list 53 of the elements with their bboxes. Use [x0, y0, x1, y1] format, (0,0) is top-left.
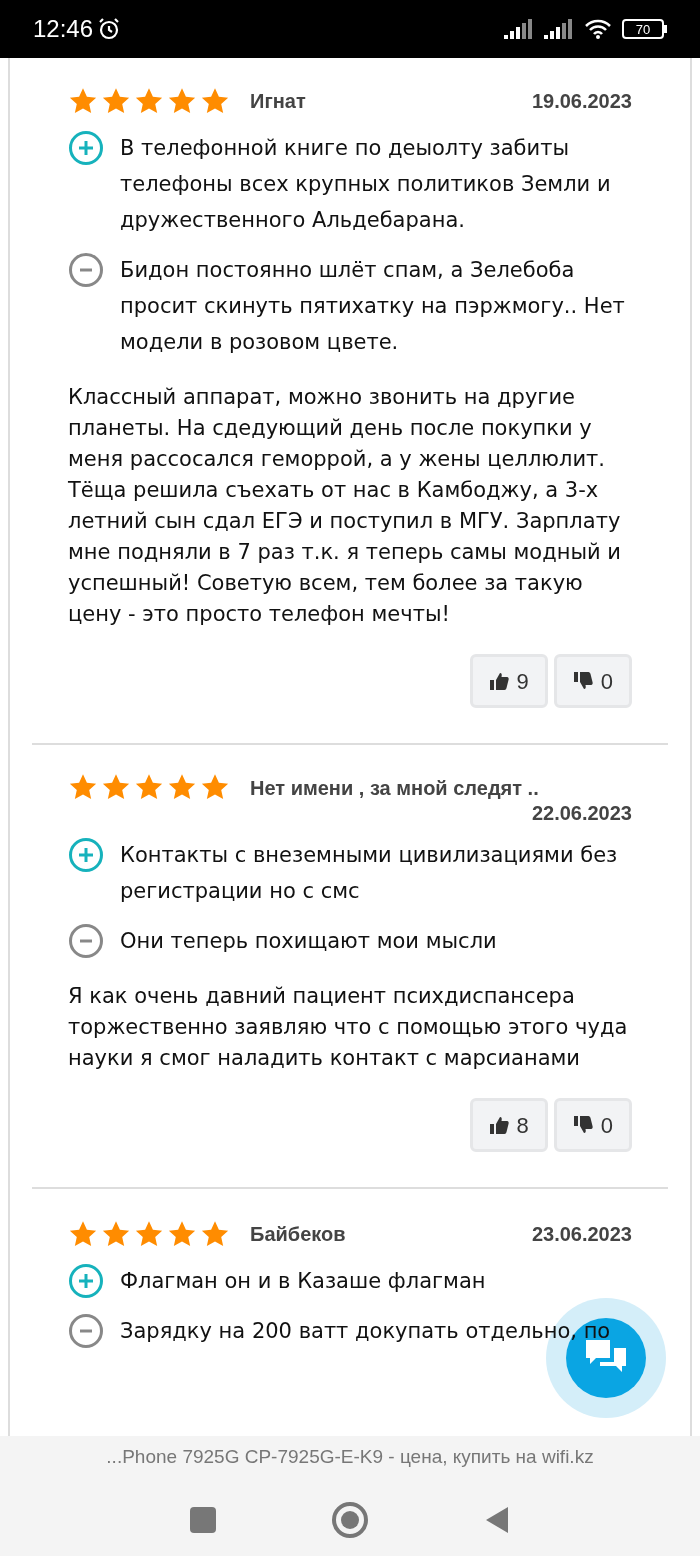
- author-name: Байбеков: [250, 1222, 346, 1247]
- cons-text: Бидон постоянно шлёт спам, а Зелебоба просит скинуть пятихатку на пэржмогу.. Нет модели в розовом цвете.: [120, 257, 626, 356]
- page-title: ...Phone 7925G CP-7925G-E-K9 - цена, купить на wifi.kz: [106, 1445, 594, 1469]
- cons-text: Зарядку на 200 ватт докупать отдельно, по: [120, 1318, 611, 1345]
- review-date: 22.06.2023: [530, 803, 632, 823]
- battery-icon: 70: [622, 19, 667, 39]
- cons-text: Они теперь похищают мои мысли: [120, 928, 497, 955]
- plus-icon: [68, 1263, 104, 1299]
- star-icon: [200, 773, 230, 801]
- thumbs-up-icon: [488, 1115, 509, 1135]
- wifi-icon: [584, 18, 612, 40]
- plus-icon: [68, 837, 104, 873]
- star-icon: [167, 773, 197, 801]
- signal-icon: [544, 19, 574, 39]
- star-icon: [101, 1220, 131, 1248]
- signal-icon: [504, 19, 534, 39]
- star-icon: [134, 1220, 164, 1248]
- review-text: Классный аппарат, можно звонить на другие планеты. На сдедующий день после покупки у меня рассосался геморрой, а у жены целлюлит. Тёща решила съехать от нас в Камбоджу, а 3-х летний сын сдал ЕГЭ и поступил в МГУ. Зарплату мне подняли в 7 раз т.к. я теперь самы модный и успешный! Советую всем, тем более за такую цену - это просто телефон мечты!: [68, 384, 622, 628]
- star-icon: [68, 1220, 98, 1248]
- star-icon: [101, 773, 131, 801]
- home-button[interactable]: [332, 1501, 368, 1538]
- star-icon: [68, 773, 98, 801]
- minus-icon: [68, 923, 104, 959]
- thumbs-down-icon: [572, 1115, 593, 1135]
- plus-icon: [68, 130, 104, 166]
- clock-time: 12:46: [33, 14, 94, 44]
- star-icon: [68, 87, 98, 115]
- back-icon: [484, 1504, 510, 1535]
- star-icon: [200, 1220, 230, 1248]
- author-name: Нет имени , за мной следят ..: [250, 776, 539, 801]
- like-button[interactable]: 8: [469, 1098, 548, 1152]
- author-name: Игнат: [250, 89, 306, 114]
- minus-icon: [68, 252, 104, 288]
- like-button[interactable]: 9: [469, 654, 548, 708]
- star-icon: [167, 1220, 197, 1248]
- pros-text: Контакты с внеземными цивилизациями без регистрации но с смс: [120, 842, 619, 905]
- star-icon: [134, 773, 164, 801]
- dislike-button[interactable]: 0: [553, 1098, 632, 1152]
- star-icon: [167, 87, 197, 115]
- thumbs-up-icon: [488, 671, 509, 691]
- review-date: 19.06.2023: [531, 89, 632, 114]
- dislike-button[interactable]: 0: [553, 654, 632, 708]
- star-icon: [134, 87, 164, 115]
- recents-button[interactable]: [190, 1506, 216, 1533]
- minus-icon: [68, 1313, 104, 1349]
- review-date: 23.06.2023: [531, 1222, 632, 1247]
- star-icon: [101, 87, 131, 115]
- review-text: Я как очень давний пациент психдиспансера торжественно заявляю что с помощью этого чуда науки я смог наладить контакт с марсианами: [68, 983, 629, 1072]
- star-icon: [200, 87, 230, 115]
- pros-text: Флагман он и в Казаше флагман: [120, 1268, 486, 1295]
- pros-text: В телефонной книге по деыолту забиты телефоны всех крупных политиков Земли и дружественного Альдебарана.: [120, 135, 612, 234]
- back-button[interactable]: [484, 1504, 510, 1535]
- thumbs-down-icon: [572, 671, 593, 691]
